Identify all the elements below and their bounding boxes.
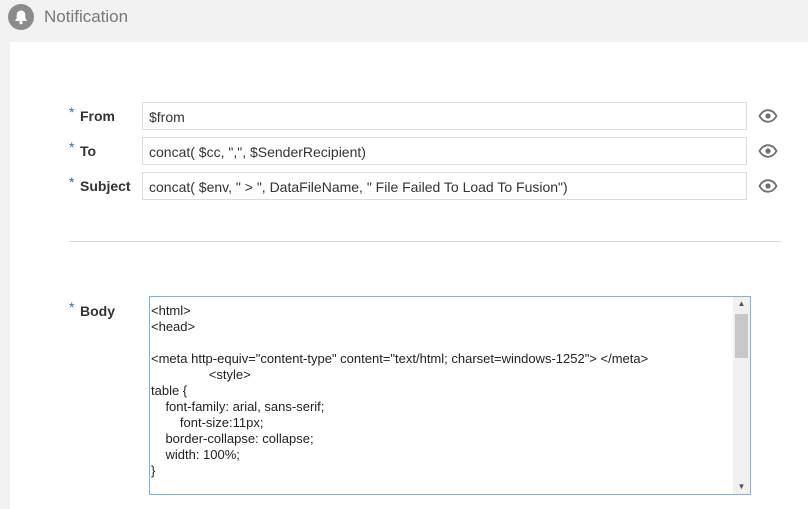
required-marker: *: [69, 139, 75, 155]
from-label-text: From: [80, 108, 115, 124]
required-marker: *: [69, 174, 75, 190]
scroll-thumb[interactable]: [735, 314, 748, 358]
scroll-down-icon[interactable]: ▼: [733, 480, 750, 494]
eye-icon[interactable]: [758, 179, 778, 193]
required-marker: *: [69, 104, 75, 120]
from-field[interactable]: $from: [142, 102, 747, 130]
to-label: * To: [69, 139, 97, 159]
required-marker: *: [69, 299, 75, 315]
notification-form: * From $from * To concat( $cc, ",", $Sen…: [10, 42, 808, 509]
subject-label: * Subject: [69, 174, 131, 194]
subject-field[interactable]: concat( $env, " > ", DataFileName, " Fil…: [142, 172, 747, 200]
body-scrollbar[interactable]: ▲ ▼: [733, 297, 750, 494]
to-label-text: To: [80, 143, 97, 159]
eye-icon[interactable]: [758, 109, 778, 123]
body-text[interactable]: <html> <head> <meta http-equiv="content-…: [151, 303, 731, 491]
body-textarea[interactable]: <html> <head> <meta http-equiv="content-…: [149, 296, 751, 495]
to-field[interactable]: concat( $cc, ",", $SenderRecipient): [142, 137, 747, 165]
body-label-text: Body: [80, 303, 115, 319]
bell-icon: [8, 4, 34, 30]
body-label: * Body: [69, 299, 115, 319]
from-label: * From: [69, 104, 115, 124]
section-divider: [69, 241, 781, 242]
page-header: Notification: [0, 0, 808, 40]
page-title: Notification: [44, 7, 129, 26]
eye-icon[interactable]: [758, 144, 778, 158]
scroll-up-icon[interactable]: ▲: [733, 297, 750, 311]
subject-label-text: Subject: [80, 178, 131, 194]
